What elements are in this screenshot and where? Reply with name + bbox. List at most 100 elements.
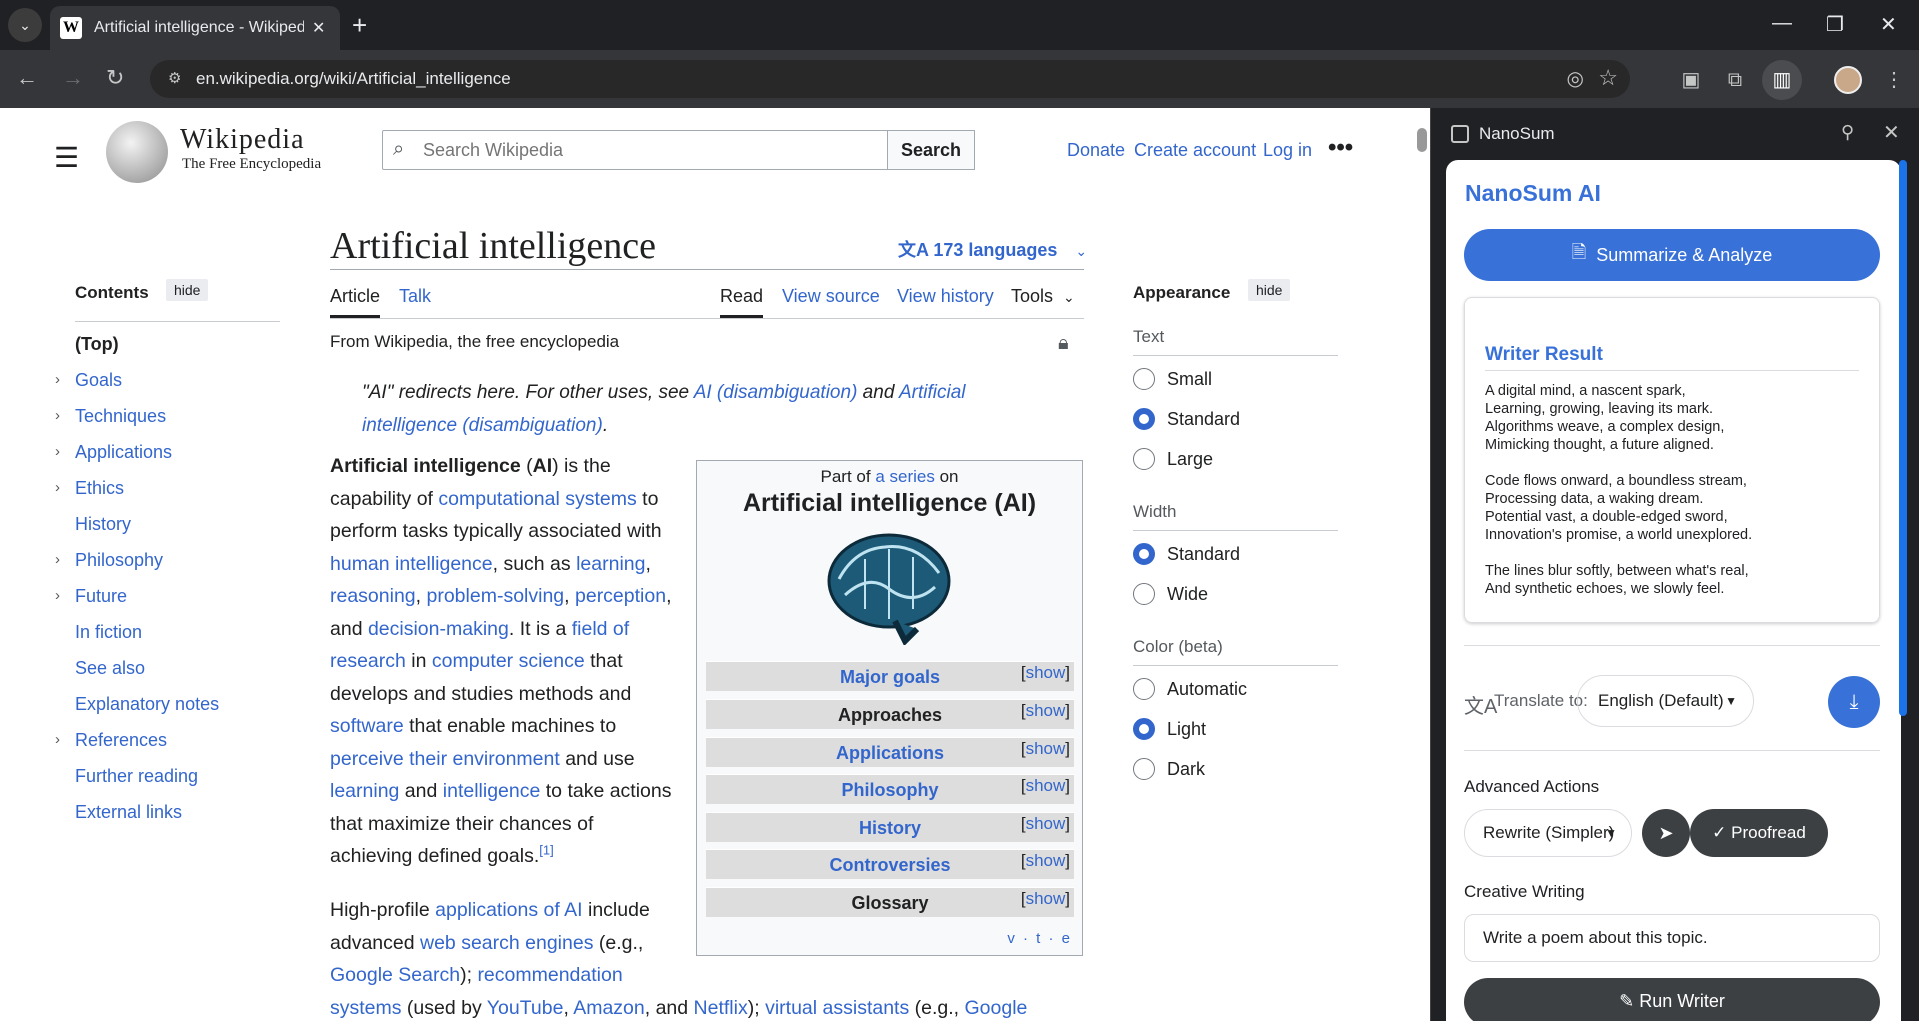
toc-item[interactable]: Explanatory notes	[75, 692, 280, 728]
menu-dots-icon[interactable]: ⋮	[1880, 66, 1908, 94]
creative-prompt-input[interactable]: Write a poem about this topic.	[1464, 914, 1880, 962]
infobox-row[interactable]: Glossary [show]	[706, 887, 1074, 917]
extensions-puzzle-icon[interactable]: ⧉	[1721, 66, 1749, 94]
toc-item[interactable]: Further reading	[75, 764, 280, 800]
tab-article[interactable]: Article	[330, 286, 381, 318]
infobox-row[interactable]: Philosophy [show]	[706, 774, 1074, 804]
toc-item[interactable]: › Goals	[55, 368, 280, 404]
chevron-right-icon[interactable]: ›	[55, 548, 60, 572]
send-icon[interactable]: ➤	[1642, 809, 1690, 857]
toc-item[interactable]: › References	[55, 728, 280, 764]
appearance-hide-button[interactable]: hide	[1248, 279, 1291, 301]
address-bar[interactable]: ⚙ en.wikipedia.org/wiki/Artificial_intel…	[150, 60, 1630, 98]
color-dark-radio[interactable]: Dark	[1133, 758, 1338, 798]
article-link[interactable]: learning	[576, 553, 645, 575]
article-link[interactable]: human intelligence	[330, 553, 493, 575]
article-link[interactable]: YouTube	[487, 997, 564, 1019]
toc-item[interactable]: › Philosophy	[55, 548, 280, 584]
close-window-button[interactable]: ✕	[1880, 12, 1897, 37]
infobox-row[interactable]: Major goals [show]	[706, 661, 1074, 691]
toc-item[interactable]: › Applications	[55, 440, 280, 476]
article-link[interactable]: software	[330, 715, 404, 737]
article-link[interactable]: learning	[330, 780, 399, 802]
infobox-row[interactable]: History [show]	[706, 812, 1074, 842]
language-select[interactable]: English (Default) ▼	[1577, 675, 1754, 727]
article-link[interactable]: Amazon	[573, 997, 645, 1019]
summarize-button[interactable]: 🗎 Summarize & Analyze	[1464, 229, 1880, 281]
article-link[interactable]: perception	[575, 585, 666, 607]
eye-off-icon[interactable]: ◎	[1567, 66, 1584, 91]
article-link[interactable]: intelligence	[443, 780, 541, 802]
create-account-link[interactable]: Create account	[1134, 140, 1256, 161]
panel-scrollbar[interactable]	[1899, 160, 1907, 716]
text-standard-radio[interactable]: Standard	[1133, 408, 1338, 448]
article-link[interactable]: perceive their environment	[330, 748, 560, 770]
hatnote-link[interactable]: AI (disambiguation)	[694, 382, 858, 403]
unpin-icon[interactable]: ⚲	[1841, 122, 1854, 143]
article-link[interactable]: Google	[965, 997, 1028, 1019]
proofread-button[interactable]: ✓ Proofread	[1690, 809, 1828, 857]
article-link[interactable]: computer science	[432, 650, 585, 672]
wikipedia-globe-logo[interactable]	[106, 121, 168, 183]
search-input[interactable]	[423, 137, 873, 163]
article-link[interactable]: recommendation	[477, 964, 622, 986]
article-link[interactable]: decision-making	[368, 618, 509, 640]
search-box[interactable]: ⌕	[382, 130, 888, 170]
toc-item[interactable]: History	[75, 512, 280, 548]
extension-icon-1[interactable]: ▣	[1677, 66, 1705, 94]
tab-read[interactable]: Read	[720, 286, 764, 318]
forward-button[interactable]: →	[62, 64, 84, 92]
back-button[interactable]: ←	[16, 64, 38, 92]
article-link[interactable]: applications of AI	[435, 899, 582, 921]
series-link[interactable]: a series	[875, 467, 935, 486]
close-panel-icon[interactable]: ✕	[1883, 120, 1900, 145]
width-standard-radio[interactable]: Standard	[1133, 543, 1338, 583]
color-automatic-radio[interactable]: Automatic	[1133, 678, 1338, 718]
toc-item[interactable]: See also	[75, 656, 280, 692]
article-link[interactable]: computational systems	[438, 488, 636, 510]
chevron-right-icon[interactable]: ›	[55, 476, 60, 500]
article-link[interactable]: virtual assistants	[765, 997, 909, 1019]
wikipedia-wordmark[interactable]: Wikipedia	[180, 124, 305, 156]
chevron-right-icon[interactable]: ›	[55, 404, 60, 428]
article-link[interactable]: Google Search	[330, 964, 460, 986]
width-wide-radio[interactable]: Wide	[1133, 583, 1338, 623]
profile-avatar[interactable]	[1834, 66, 1862, 94]
bookmark-star-icon[interactable]: ☆	[1598, 65, 1618, 91]
text-large-radio[interactable]: Large	[1133, 448, 1338, 488]
more-options-icon[interactable]: •••	[1328, 134, 1353, 162]
article-link[interactable]: Netflix	[694, 997, 748, 1019]
toc-hide-button[interactable]: hide	[166, 279, 209, 301]
page-scrollbar[interactable]	[1414, 108, 1430, 1021]
close-tab-icon[interactable]: ✕	[312, 18, 325, 38]
donate-link[interactable]: Donate	[1067, 140, 1125, 161]
tab-view-source[interactable]: View source	[782, 286, 880, 307]
toc-item[interactable]: › Ethics	[55, 476, 280, 512]
toc-item[interactable]: (Top)	[75, 332, 280, 368]
toc-item[interactable]: In fiction	[75, 620, 280, 656]
chevron-right-icon[interactable]: ›	[55, 440, 60, 464]
toc-item[interactable]: › Future	[55, 584, 280, 620]
tab-tools[interactable]: Tools ⌄	[1011, 286, 1075, 307]
login-link[interactable]: Log in	[1263, 140, 1312, 161]
article-link[interactable]: systems	[330, 997, 402, 1019]
reload-button[interactable]: ↻	[106, 64, 124, 92]
minimize-button[interactable]: —	[1772, 12, 1792, 35]
color-light-radio[interactable]: Light	[1133, 718, 1338, 758]
download-button[interactable]: ⤓	[1828, 676, 1880, 728]
main-menu-icon[interactable]: ☰	[54, 141, 79, 174]
site-info-icon[interactable]: ⚙	[168, 69, 188, 89]
text-small-radio[interactable]: Small	[1133, 368, 1338, 408]
toc-item[interactable]: › Techniques	[55, 404, 280, 440]
tab-search-button[interactable]: ⌄	[8, 8, 42, 42]
side-panel-icon[interactable]: ▥	[1762, 60, 1802, 100]
search-button[interactable]: Search	[887, 130, 975, 170]
chevron-right-icon[interactable]: ›	[55, 368, 60, 392]
infobox-row[interactable]: Applications [show]	[706, 737, 1074, 767]
language-button[interactable]: 文A 173 languages ⌄	[898, 236, 1087, 262]
chevron-right-icon[interactable]: ›	[55, 584, 60, 608]
navbox-vte-links[interactable]: v · t · e	[1007, 930, 1072, 947]
chevron-right-icon[interactable]: ›	[55, 728, 60, 752]
tab-view-history[interactable]: View history	[897, 286, 994, 307]
infobox-row[interactable]: Controversies [show]	[706, 849, 1074, 879]
